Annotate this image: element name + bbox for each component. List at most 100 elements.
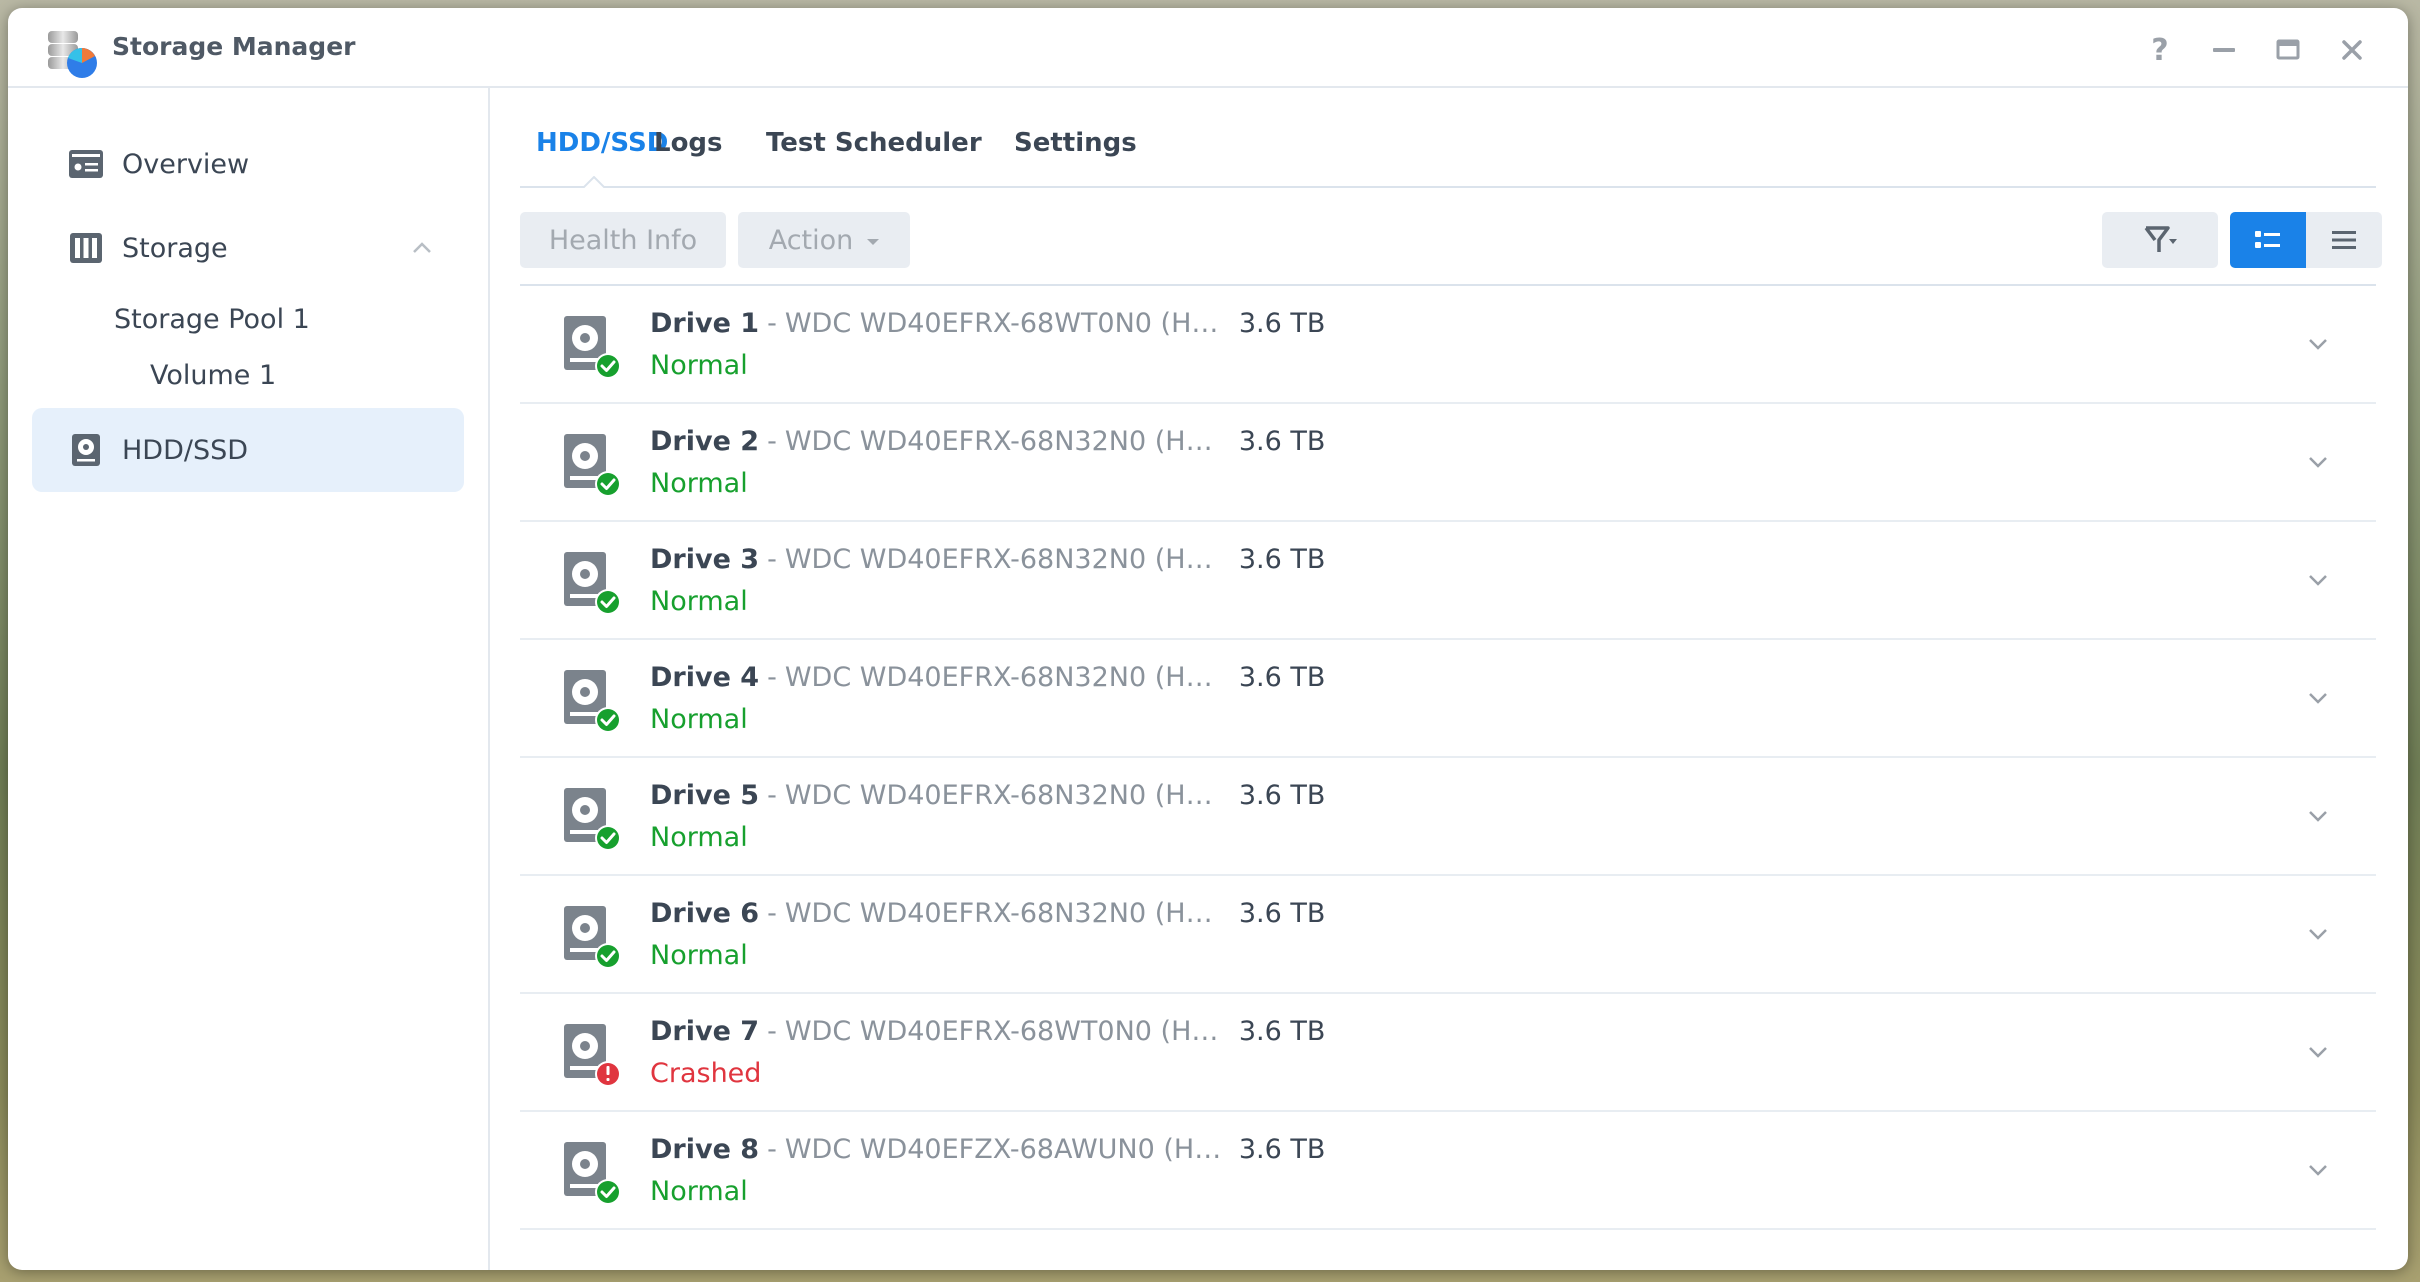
- maximize-icon: [2276, 39, 2300, 60]
- drive-model: WDC WD40EFRX-68N32N0 (HDD): [784, 426, 1225, 457]
- drive-model: WDC WD40EFRX-68N32N0 (HDD): [784, 780, 1225, 811]
- toolbar: Health Info Action: [520, 212, 2382, 268]
- health-info-label: Health Info: [548, 224, 698, 256]
- check-badge-icon: [595, 707, 621, 733]
- drive-separator: -: [767, 662, 777, 693]
- sidebar-item-volume-1[interactable]: Volume 1: [150, 360, 276, 391]
- storage-manager-window: Storage Manager ? Overview Storage Stora…: [8, 8, 2408, 1270]
- drive-separator: -: [767, 544, 777, 575]
- drive-name: Drive 2: [650, 426, 760, 457]
- drive-size: 3.6 TB: [1238, 1134, 1326, 1165]
- drive-title: Drive 5 - WDC WD40EFRX-68N32N0 (HDD) 3.6…: [650, 780, 1325, 811]
- chevron-down-icon[interactable]: [2306, 568, 2330, 592]
- drive-row-2[interactable]: Drive 2 - WDC WD40EFRX-68N32N0 (HDD) 3.6…: [520, 404, 2376, 522]
- drive-separator: -: [767, 426, 777, 457]
- drive-name: Drive 8: [650, 1134, 760, 1165]
- drive-model: WDC WD40EFRX-68WT0N0 (HD...: [784, 1016, 1225, 1047]
- health-info-button[interactable]: Health Info: [520, 212, 726, 268]
- chevron-down-icon[interactable]: [2306, 686, 2330, 710]
- chevron-down-icon[interactable]: [2306, 1040, 2330, 1064]
- chevron-down-icon[interactable]: [2306, 922, 2330, 946]
- drive-row-5[interactable]: Drive 5 - WDC WD40EFRX-68N32N0 (HDD) 3.6…: [520, 758, 2376, 876]
- action-label: Action: [768, 224, 854, 256]
- drive-size: 3.6 TB: [1238, 780, 1326, 811]
- tab-hdd-ssd[interactable]: HDD/SSD: [536, 128, 668, 158]
- chevron-down-icon[interactable]: [2306, 450, 2330, 474]
- tab-logs[interactable]: Logs: [654, 128, 723, 158]
- drive-row-4[interactable]: Drive 4 - WDC WD40EFRX-68N32N0 (HDD) 3.6…: [520, 640, 2376, 758]
- tab-settings[interactable]: Settings: [1014, 128, 1137, 158]
- check-badge-icon: [595, 1179, 621, 1205]
- detail-view-button[interactable]: [2230, 212, 2306, 268]
- drive-list: Drive 1 - WDC WD40EFRX-68WT0N0 (HD... 3.…: [520, 286, 2376, 1230]
- drive-title: Drive 4 - WDC WD40EFRX-68N32N0 (HDD) 3.6…: [650, 662, 1325, 693]
- drive-size: 3.6 TB: [1238, 1016, 1326, 1047]
- check-badge-icon: [595, 471, 621, 497]
- drive-status: Normal: [650, 822, 748, 853]
- check-badge-icon: [595, 589, 621, 615]
- sidebar-item-storage[interactable]: Storage: [32, 206, 464, 290]
- drive-model: WDC WD40EFRX-68N32N0 (HDD): [784, 898, 1225, 929]
- drive-model: WDC WD40EFRX-68N32N0 (HDD): [784, 544, 1225, 575]
- drive-status: Normal: [650, 704, 748, 735]
- action-dropdown[interactable]: Action: [738, 212, 910, 268]
- sidebar-item-overview[interactable]: Overview: [32, 122, 464, 206]
- check-badge-icon: [595, 353, 621, 379]
- app-title: Storage Manager: [112, 32, 356, 61]
- sidebar-item-storage-pool-1[interactable]: Storage Pool 1: [114, 304, 310, 335]
- drive-name: Drive 6: [650, 898, 760, 929]
- chevron-down-icon[interactable]: [2306, 332, 2330, 356]
- drive-separator: -: [767, 1016, 777, 1047]
- drive-title: Drive 1 - WDC WD40EFRX-68WT0N0 (HD... 3.…: [650, 308, 1325, 339]
- sidebar-item-label: Storage: [122, 232, 228, 264]
- drive-title: Drive 6 - WDC WD40EFRX-68N32N0 (HDD) 3.6…: [650, 898, 1325, 929]
- drive-title: Drive 8 - WDC WD40EFZX-68AWUN0 (HD... 3.…: [650, 1134, 1325, 1165]
- main-panel: HDD/SSD Logs Test Scheduler Settings Hea…: [490, 88, 2408, 1270]
- help-button[interactable]: ?: [2138, 30, 2182, 70]
- drive-name: Drive 1: [650, 308, 760, 339]
- chevron-up-icon[interactable]: [410, 236, 434, 260]
- drive-status: Normal: [650, 1176, 748, 1207]
- minimize-button[interactable]: [2202, 30, 2246, 70]
- filter-button[interactable]: [2102, 212, 2218, 268]
- drive-status: Normal: [650, 468, 748, 499]
- chevron-down-icon[interactable]: [2306, 1158, 2330, 1182]
- drive-row-6[interactable]: Drive 6 - WDC WD40EFRX-68N32N0 (HDD) 3.6…: [520, 876, 2376, 994]
- drive-name: Drive 5: [650, 780, 760, 811]
- close-button[interactable]: [2330, 30, 2374, 70]
- active-tab-indicator: [583, 176, 605, 188]
- list-view-icon: [2332, 231, 2356, 249]
- check-badge-icon: [595, 943, 621, 969]
- drive-row-3[interactable]: Drive 3 - WDC WD40EFRX-68N32N0 (HDD) 3.6…: [520, 522, 2376, 640]
- drive-size: 3.6 TB: [1238, 426, 1326, 457]
- maximize-button[interactable]: [2266, 30, 2310, 70]
- close-icon: [2342, 40, 2362, 60]
- sidebar-item-hdd-ssd[interactable]: HDD/SSD: [32, 408, 464, 492]
- drive-name: Drive 7: [650, 1016, 760, 1047]
- drive-model: WDC WD40EFZX-68AWUN0 (HD...: [784, 1134, 1225, 1165]
- drive-model: WDC WD40EFRX-68WT0N0 (HD...: [784, 308, 1225, 339]
- drive-size: 3.6 TB: [1238, 308, 1326, 339]
- tab-test-scheduler[interactable]: Test Scheduler: [766, 128, 982, 158]
- title-bar: Storage Manager ?: [8, 8, 2408, 88]
- drive-size: 3.6 TB: [1238, 544, 1326, 575]
- drive-status: Crashed: [650, 1058, 762, 1089]
- list-view-button[interactable]: [2306, 212, 2382, 268]
- drive-row-8[interactable]: Drive 8 - WDC WD40EFZX-68AWUN0 (HD... 3.…: [520, 1112, 2376, 1230]
- drive-title: Drive 7 - WDC WD40EFRX-68WT0N0 (HD... 3.…: [650, 1016, 1325, 1047]
- help-icon: ?: [2151, 32, 2169, 68]
- drive-name: Drive 4: [650, 662, 760, 693]
- minimize-icon: [2213, 48, 2235, 52]
- drive-row-7[interactable]: Drive 7 - WDC WD40EFRX-68WT0N0 (HD... 3.…: [520, 994, 2376, 1112]
- error-badge-icon: [595, 1061, 621, 1087]
- drive-name: Drive 3: [650, 544, 760, 575]
- drive-row-1[interactable]: Drive 1 - WDC WD40EFRX-68WT0N0 (HD... 3.…: [520, 286, 2376, 404]
- sidebar-item-label: HDD/SSD: [122, 434, 249, 466]
- sidebar: Overview Storage Storage Pool 1 Volume 1…: [8, 88, 490, 1270]
- tab-bar: HDD/SSD Logs Test Scheduler Settings: [520, 88, 2376, 188]
- chevron-down-icon[interactable]: [2306, 804, 2330, 828]
- detail-view-icon: [2255, 231, 2280, 248]
- filter-icon: [2144, 226, 2177, 252]
- drive-size: 3.6 TB: [1238, 898, 1326, 929]
- drive-separator: -: [767, 780, 777, 811]
